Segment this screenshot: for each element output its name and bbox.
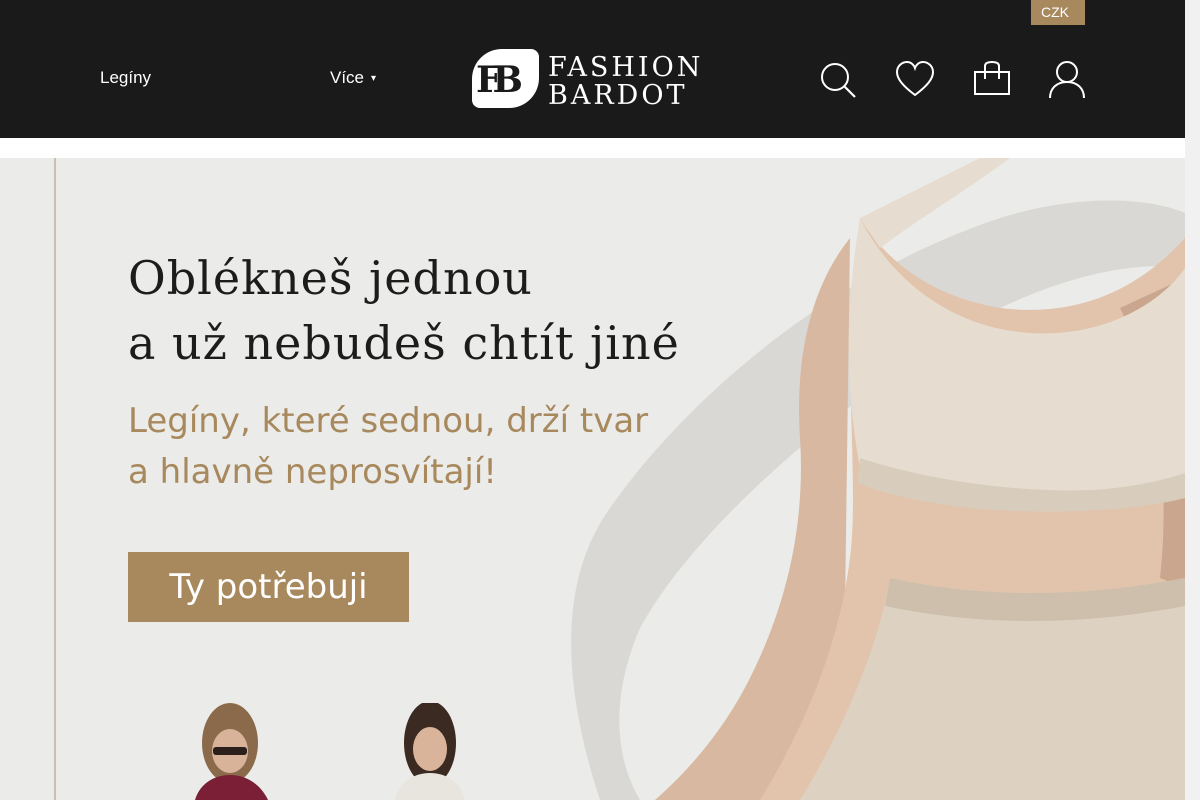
decorative-vertical-line	[54, 158, 56, 800]
logo-monogram: FB	[472, 49, 539, 108]
thumbnail-model-1[interactable]	[180, 703, 290, 800]
page-scrollbar[interactable]	[1185, 0, 1200, 800]
currency-selector[interactable]: CZK	[1031, 0, 1085, 25]
header-spacer	[0, 138, 1185, 158]
shopping-bag-icon[interactable]	[972, 60, 1012, 100]
hero-cta-button[interactable]: Ty potřebuji	[128, 552, 409, 622]
nav-item-vice-label: Více	[330, 68, 365, 87]
logo-text-line1: FASHION	[548, 52, 704, 83]
user-icon[interactable]	[1047, 60, 1087, 100]
logo-text-line2: BARDOT	[548, 80, 688, 111]
nav-item-leginy[interactable]: Legíny	[100, 68, 151, 88]
search-icon[interactable]	[818, 60, 858, 100]
model-photo	[655, 158, 1185, 800]
logo-monogram-text: FB	[476, 59, 523, 101]
chevron-down-icon: ▾	[371, 73, 377, 84]
nav-item-vice[interactable]: Více ▾	[330, 68, 376, 88]
heart-icon[interactable]	[895, 60, 935, 100]
brand-logo[interactable]: FB FASHION BARDOT	[472, 48, 717, 110]
hero-banner[interactable]: Oblékneš jednou a už nebudeš chtít jiné …	[0, 158, 1185, 800]
thumbnail-model-2[interactable]	[375, 703, 485, 800]
site-header: CZK Legíny Více ▾ FB FASHION BARDOT	[0, 0, 1185, 138]
